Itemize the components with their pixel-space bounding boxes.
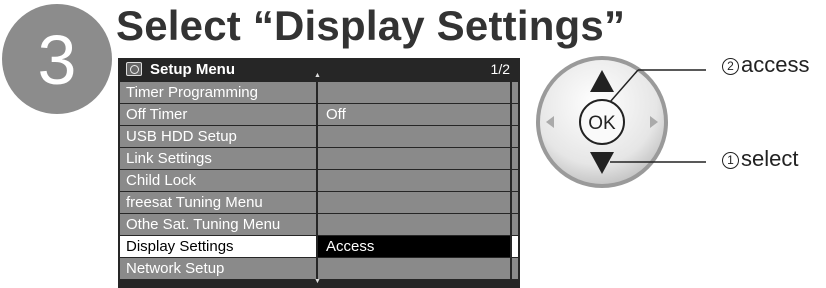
- scroll-down-icon: ▼: [314, 278, 321, 285]
- menu-row-end: [512, 192, 518, 213]
- setup-menu-icon: [126, 62, 142, 76]
- scroll-up-icon: ▲: [314, 72, 321, 79]
- menu-row-value: Off: [318, 104, 510, 125]
- remote-control-pad: OK: [536, 56, 706, 188]
- menu-row-label: freesat Tuning Menu: [120, 192, 316, 213]
- menu-row-label: Timer Programming: [120, 82, 316, 103]
- menu-row-network-setup[interactable]: Network Setup: [118, 258, 520, 279]
- menu-row-label: Child Lock: [120, 170, 316, 191]
- menu-row-value: Access: [318, 236, 510, 257]
- menu-header: Setup Menu 1/2 ▲: [118, 58, 520, 82]
- menu-row-child-lock[interactable]: Child Lock: [118, 170, 520, 191]
- menu-row-timer-programming[interactable]: Timer Programming: [118, 82, 520, 103]
- ok-button-label: OK: [588, 113, 616, 134]
- callout-marker-2: 2: [722, 58, 739, 75]
- access-callout: 2 access: [722, 52, 809, 78]
- menu-row-value: [318, 192, 510, 213]
- menu-row-end: [512, 170, 518, 191]
- select-label: select: [741, 146, 799, 171]
- menu-row-value: [318, 258, 510, 279]
- menu-row-value: [318, 214, 510, 235]
- access-label: access: [741, 52, 810, 77]
- menu-row-link-settings[interactable]: Link Settings: [118, 148, 520, 169]
- setup-menu-panel: Setup Menu 1/2 ▲ Timer Programming Off T…: [118, 58, 520, 288]
- menu-row-value: [318, 126, 510, 147]
- menu-row-value: [318, 148, 510, 169]
- menu-page-indicator: 1/2: [490, 61, 510, 77]
- menu-row-label: Display Settings: [120, 236, 316, 257]
- callout-marker-1: 1: [722, 152, 739, 169]
- menu-row-end: [512, 126, 518, 147]
- menu-row-other-sat-tuning-menu[interactable]: Othe Sat. Tuning Menu: [118, 214, 520, 235]
- menu-row-freesat-tuning-menu[interactable]: freesat Tuning Menu: [118, 192, 520, 213]
- menu-row-end: [512, 148, 518, 169]
- step-number: 3: [37, 21, 77, 99]
- menu-row-value: [318, 82, 510, 103]
- step-heading: Select “Display Settings”: [116, 2, 626, 49]
- menu-row-label: Link Settings: [120, 148, 316, 169]
- menu-row-end: [512, 236, 518, 257]
- step-number-badge: 3: [2, 4, 112, 114]
- menu-row-end: [512, 104, 518, 125]
- menu-row-value: [318, 170, 510, 191]
- menu-row-end: [512, 82, 518, 103]
- menu-row-label: Off Timer: [120, 104, 316, 125]
- menu-row-label: Othe Sat. Tuning Menu: [120, 214, 316, 235]
- menu-title: Setup Menu: [150, 61, 235, 78]
- menu-row-label: Network Setup: [120, 258, 316, 279]
- menu-row-end: [512, 258, 518, 279]
- menu-row-off-timer[interactable]: Off Timer Off: [118, 104, 520, 125]
- select-callout: 1 select: [722, 146, 798, 172]
- menu-row-label: USB HDD Setup: [120, 126, 316, 147]
- menu-row-display-settings[interactable]: Display Settings Access: [118, 236, 520, 257]
- menu-row-end: [512, 214, 518, 235]
- menu-row-usb-hdd-setup[interactable]: USB HDD Setup: [118, 126, 520, 147]
